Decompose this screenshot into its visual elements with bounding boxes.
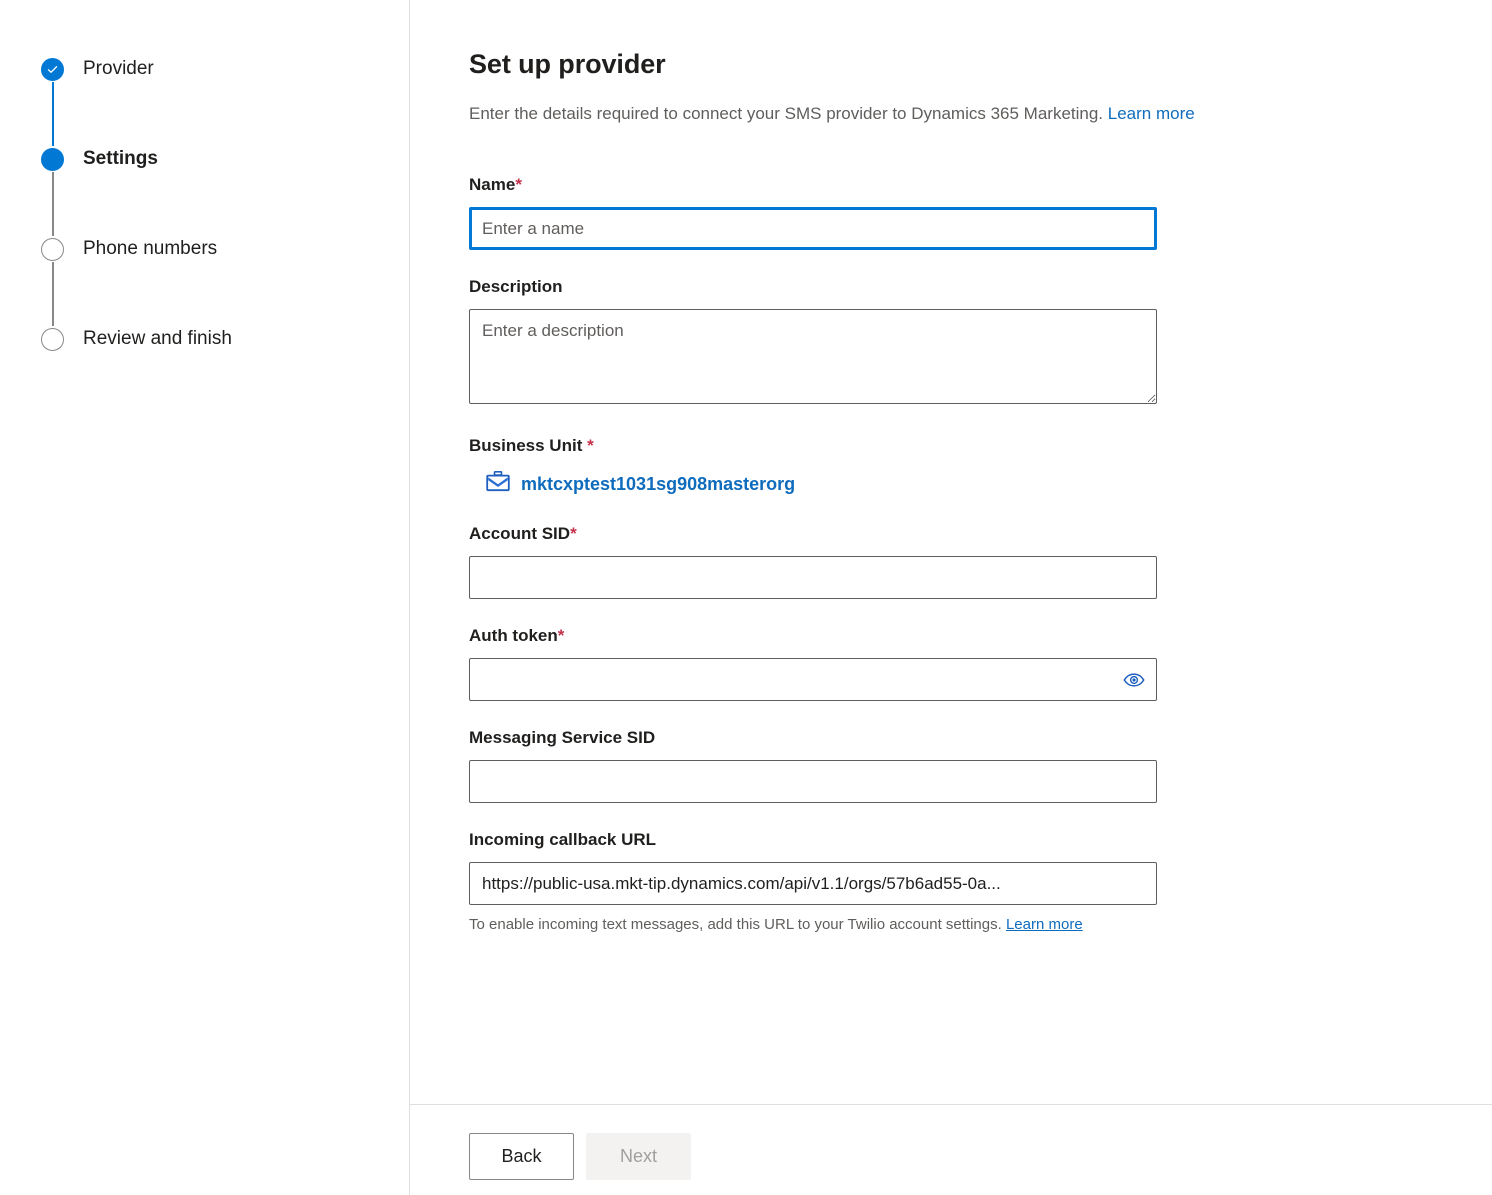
field-account-sid: Account SID* [469, 523, 1492, 599]
required-asterisk: * [570, 524, 577, 543]
wizard-step-review-and-finish[interactable]: Review and finish [0, 326, 409, 352]
incoming-callback-url-control-wrap [469, 862, 1157, 905]
help-learn-more-link[interactable]: Learn more [1006, 916, 1083, 933]
field-incoming-callback-url: Incoming callback URL To enable incoming… [469, 829, 1492, 938]
messaging-service-sid-control-wrap [469, 760, 1157, 803]
form-scroll-area: Set up provider Enter the details requir… [410, 0, 1492, 1104]
wizard-step-label: Review and finish [83, 328, 232, 349]
filled-circle-icon [41, 147, 64, 171]
description-control-wrap [469, 309, 1157, 409]
next-button[interactable]: Next [586, 1133, 691, 1180]
account-sid-control-wrap [469, 556, 1157, 599]
required-asterisk: * [515, 175, 522, 194]
name-input[interactable] [469, 207, 1157, 250]
field-auth-token: Auth token* [469, 625, 1492, 701]
wizard-step-label: Settings [83, 148, 158, 169]
content-pane: Set up provider Enter the details requir… [410, 0, 1492, 1195]
required-asterisk: * [557, 626, 565, 645]
step-connector-3 [52, 262, 54, 326]
check-icon [41, 57, 64, 81]
auth-token-label-text: Auth token [469, 626, 558, 645]
wizard-step-phone-numbers[interactable]: Phone numbers [0, 236, 409, 262]
back-button[interactable]: Back [469, 1133, 574, 1180]
learn-more-link[interactable]: Learn more [1108, 104, 1195, 123]
wizard-step-rail: Provider Settings Phone numbers Review a… [0, 0, 410, 1195]
name-label: Name* [469, 174, 1492, 196]
required-asterisk: * [587, 436, 594, 455]
briefcase-icon [486, 471, 510, 497]
field-messaging-service-sid: Messaging Service SID [469, 727, 1492, 803]
wizard-footer: Back Next [410, 1104, 1492, 1195]
page-subtitle: Enter the details required to connect yo… [469, 103, 1492, 125]
business-unit-lookup-value[interactable]: mktcxptest1031sg908masterorg [469, 471, 795, 497]
description-textarea[interactable] [469, 309, 1157, 404]
name-label-text: Name [469, 175, 516, 194]
field-description: Description [469, 276, 1492, 409]
messaging-service-sid-label: Messaging Service SID [469, 728, 656, 747]
help-text-body: To enable incoming text messages, add th… [469, 916, 1006, 933]
empty-circle-icon [41, 327, 64, 351]
business-unit-label: Business Unit * [469, 435, 1492, 457]
incoming-callback-url-input[interactable] [469, 862, 1157, 905]
wizard-step-label: Phone numbers [83, 238, 218, 259]
messaging-service-sid-input[interactable] [469, 760, 1157, 803]
incoming-callback-url-help: To enable incoming text messages, add th… [469, 911, 1157, 938]
step-connector-1 [52, 82, 54, 146]
wizard-step-settings[interactable]: Settings [0, 146, 409, 172]
setup-provider-wizard: Provider Settings Phone numbers Review a… [0, 0, 1492, 1195]
name-control-wrap [469, 207, 1157, 250]
field-business-unit: Business Unit * mktcxptest1031sg908maste… [469, 435, 1492, 497]
description-label: Description [469, 277, 563, 296]
wizard-step-provider[interactable]: Provider [0, 56, 409, 82]
wizard-step-label: Provider [83, 58, 154, 79]
account-sid-input[interactable] [469, 556, 1157, 599]
account-sid-label: Account SID* [469, 523, 1492, 545]
auth-token-input[interactable] [469, 658, 1157, 701]
business-unit-value: mktcxptest1031sg908masterorg [521, 474, 796, 494]
auth-token-label: Auth token* [469, 625, 1492, 647]
step-connector-2 [52, 172, 54, 236]
eye-icon[interactable] [1123, 669, 1145, 691]
page-subtitle-text: Enter the details required to connect yo… [469, 104, 1104, 123]
account-sid-label-text: Account SID [469, 524, 571, 543]
incoming-callback-url-label: Incoming callback URL [469, 830, 657, 849]
auth-token-control-wrap [469, 658, 1157, 701]
page-title: Set up provider [469, 49, 666, 79]
empty-circle-icon [41, 237, 64, 261]
field-name: Name* [469, 174, 1492, 250]
business-unit-label-text: Business Unit [469, 436, 588, 455]
